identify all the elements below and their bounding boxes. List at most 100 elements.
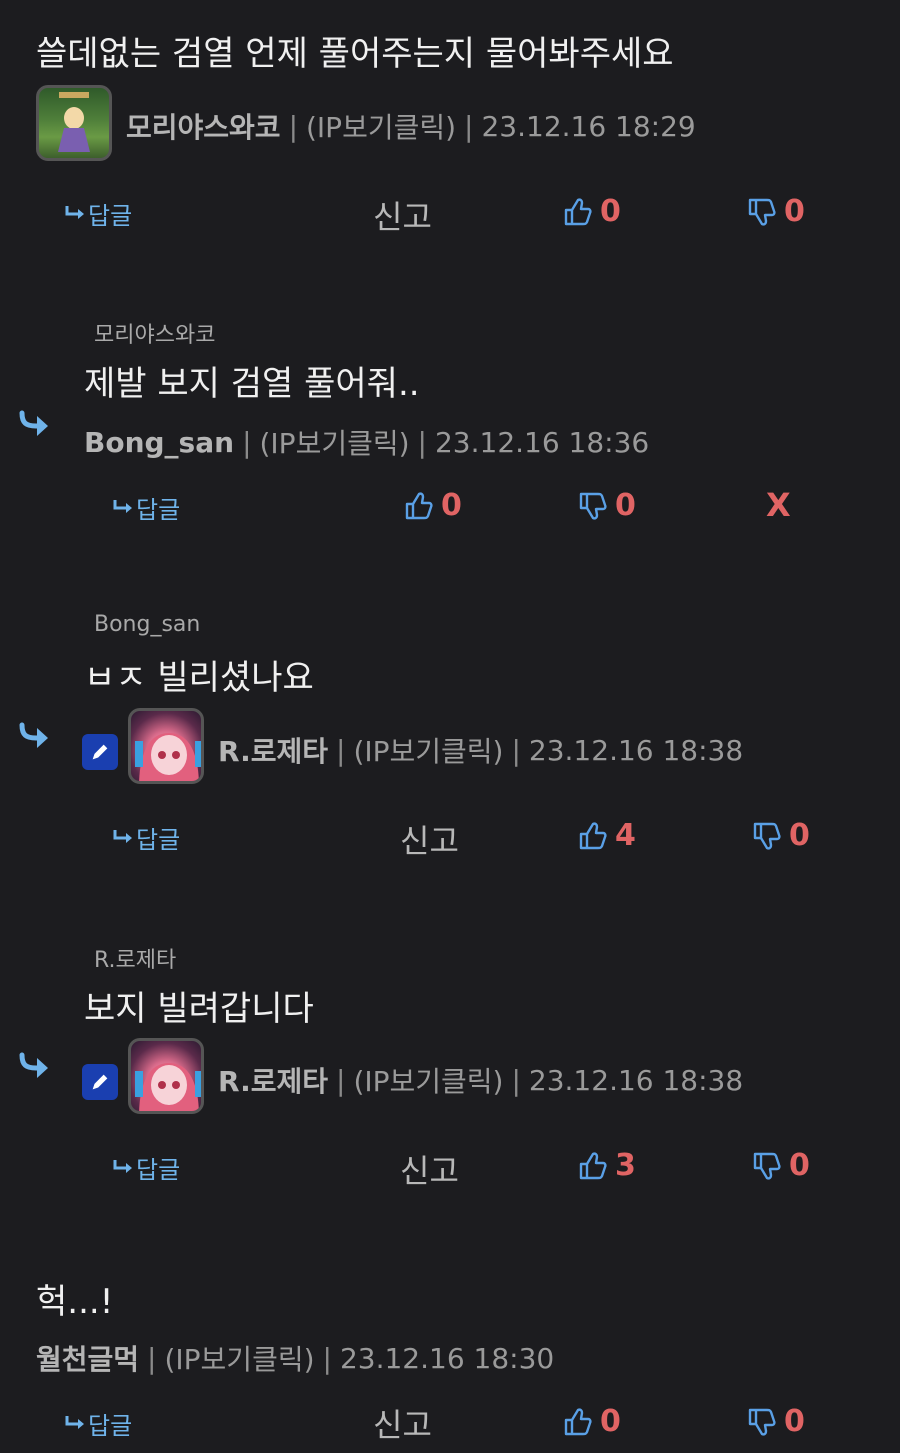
author-name[interactable]: R.로제타 (218, 1060, 328, 1100)
upvote-button[interactable]: 0 (403, 488, 462, 523)
timestamp: 23.12.16 18:30 (339, 1341, 555, 1375)
downvote-button[interactable]: 0 (577, 488, 636, 523)
downvote-button[interactable]: 0 (746, 1404, 805, 1439)
author-name[interactable]: 모리야스와코 (126, 106, 281, 146)
downvote-button[interactable]: 0 (751, 1148, 810, 1183)
ip-link[interactable]: (IP보기클릭) (260, 422, 410, 462)
report-button[interactable]: 신고 (400, 1146, 459, 1192)
downvote-count: 0 (615, 488, 636, 523)
reply-label: 답글 (88, 202, 133, 230)
reply-arrow-icon (64, 202, 88, 226)
report-button[interactable]: 신고 (400, 816, 459, 862)
divider: | (147, 1341, 157, 1375)
avatar[interactable] (128, 1038, 204, 1114)
downvote-count: 0 (784, 1404, 805, 1439)
reply-label: 답글 (136, 826, 181, 854)
reply-arrow-icon (112, 826, 136, 850)
timestamp: 23.12.16 18:38 (528, 733, 744, 767)
reply-to-name: Bong_san (94, 612, 201, 637)
thumbs-up-icon (577, 1150, 609, 1182)
divider: | (336, 1063, 346, 1097)
thumbs-down-icon (746, 1406, 778, 1438)
thumbs-up-icon (562, 196, 594, 228)
comment-text: 보지 빌려갑니다 (84, 989, 314, 1029)
reply-label: 답글 (136, 1156, 181, 1184)
thumbs-up-icon (403, 490, 435, 522)
thumbs-up-icon (562, 1406, 594, 1438)
edited-badge (82, 734, 118, 770)
thumbs-up-icon (577, 820, 609, 852)
upvote-count: 0 (600, 194, 621, 229)
avatar[interactable] (36, 85, 112, 161)
divider: | (511, 733, 521, 767)
divider: | (511, 1063, 521, 1097)
upvote-button[interactable]: 4 (577, 818, 636, 853)
ip-link[interactable]: (IP보기클릭) (353, 1060, 503, 1100)
reply-indicator-icon (16, 1052, 50, 1082)
reply-indicator-icon (16, 722, 50, 752)
reply-label: 답글 (136, 496, 181, 524)
upvote-button[interactable]: 3 (577, 1148, 636, 1183)
reply-button[interactable]: 답글 (64, 196, 132, 231)
upvote-count: 0 (441, 488, 462, 523)
reply-button[interactable]: 답글 (112, 820, 180, 855)
comment-text: ㅂㅈ 빌리셨나요 (84, 658, 314, 698)
report-button[interactable]: 신고 (373, 1400, 432, 1446)
downvote-button[interactable]: 0 (751, 818, 810, 853)
downvote-count: 0 (784, 194, 805, 229)
comment-meta: Bong_san | (IP보기클릭) | 23.12.16 18:36 (84, 422, 649, 462)
comment-text: 헉...! (36, 1282, 114, 1322)
thumbs-down-icon (577, 490, 609, 522)
comment-meta: 월천글먹 | (IP보기클릭) | 23.12.16 18:30 (36, 1338, 554, 1378)
timestamp: 23.12.16 18:38 (528, 1063, 744, 1097)
author-name[interactable]: 월천글먹 (36, 1338, 139, 1378)
divider: | (464, 109, 474, 143)
ip-link[interactable]: (IP보기클릭) (306, 106, 456, 146)
comment-text: 제발 보지 검열 풀어줘.. (84, 364, 420, 404)
upvote-button[interactable]: 0 (562, 194, 621, 229)
reply-arrow-icon (112, 496, 136, 520)
divider: | (336, 733, 346, 767)
avatar[interactable] (128, 708, 204, 784)
timestamp: 23.12.16 18:36 (434, 425, 650, 459)
divider: | (322, 1341, 332, 1375)
timestamp: 23.12.16 18:29 (481, 109, 696, 143)
thumbs-down-icon (751, 1150, 783, 1182)
reply-to-name: R.로제타 (94, 948, 177, 973)
upvote-count: 0 (600, 1404, 621, 1439)
upvote-count: 4 (615, 818, 636, 853)
reply-arrow-icon (64, 1412, 88, 1436)
ip-link[interactable]: (IP보기클릭) (164, 1338, 314, 1378)
author-name[interactable]: R.로제타 (218, 730, 328, 770)
report-button[interactable]: 신고 (373, 192, 432, 238)
upvote-count: 3 (615, 1148, 636, 1183)
pencil-icon (89, 1071, 111, 1093)
downvote-button[interactable]: 0 (746, 194, 805, 229)
reply-button[interactable]: 답글 (112, 490, 180, 525)
comment-meta: 모리야스와코 | (IP보기클릭) | 23.12.16 18:29 (126, 106, 696, 146)
pencil-icon (89, 741, 111, 763)
divider: | (242, 425, 252, 459)
reply-label: 답글 (88, 1412, 133, 1440)
edited-badge (82, 1064, 118, 1100)
delete-button[interactable]: X (766, 486, 791, 524)
comment-meta: R.로제타 | (IP보기클릭) | 23.12.16 18:38 (218, 1060, 743, 1100)
avatar-image-icon (135, 733, 201, 781)
thumbs-down-icon (751, 820, 783, 852)
reply-button[interactable]: 답글 (112, 1150, 180, 1185)
divider: | (288, 109, 298, 143)
comment-text: 쓸데없는 검열 언제 풀어주는지 물어봐주세요 (36, 34, 674, 74)
author-name[interactable]: Bong_san (84, 426, 234, 459)
reply-arrow-icon (112, 1156, 136, 1180)
reply-indicator-icon (16, 410, 50, 440)
avatar-image-icon (58, 92, 90, 152)
avatar-image-icon (135, 1063, 201, 1111)
upvote-button[interactable]: 0 (562, 1404, 621, 1439)
downvote-count: 0 (789, 818, 810, 853)
reply-button[interactable]: 답글 (64, 1406, 132, 1441)
comment-meta: R.로제타 | (IP보기클릭) | 23.12.16 18:38 (218, 730, 743, 770)
reply-to-name: 모리야스와코 (94, 323, 216, 348)
divider: | (417, 425, 427, 459)
ip-link[interactable]: (IP보기클릭) (353, 730, 503, 770)
thumbs-down-icon (746, 196, 778, 228)
